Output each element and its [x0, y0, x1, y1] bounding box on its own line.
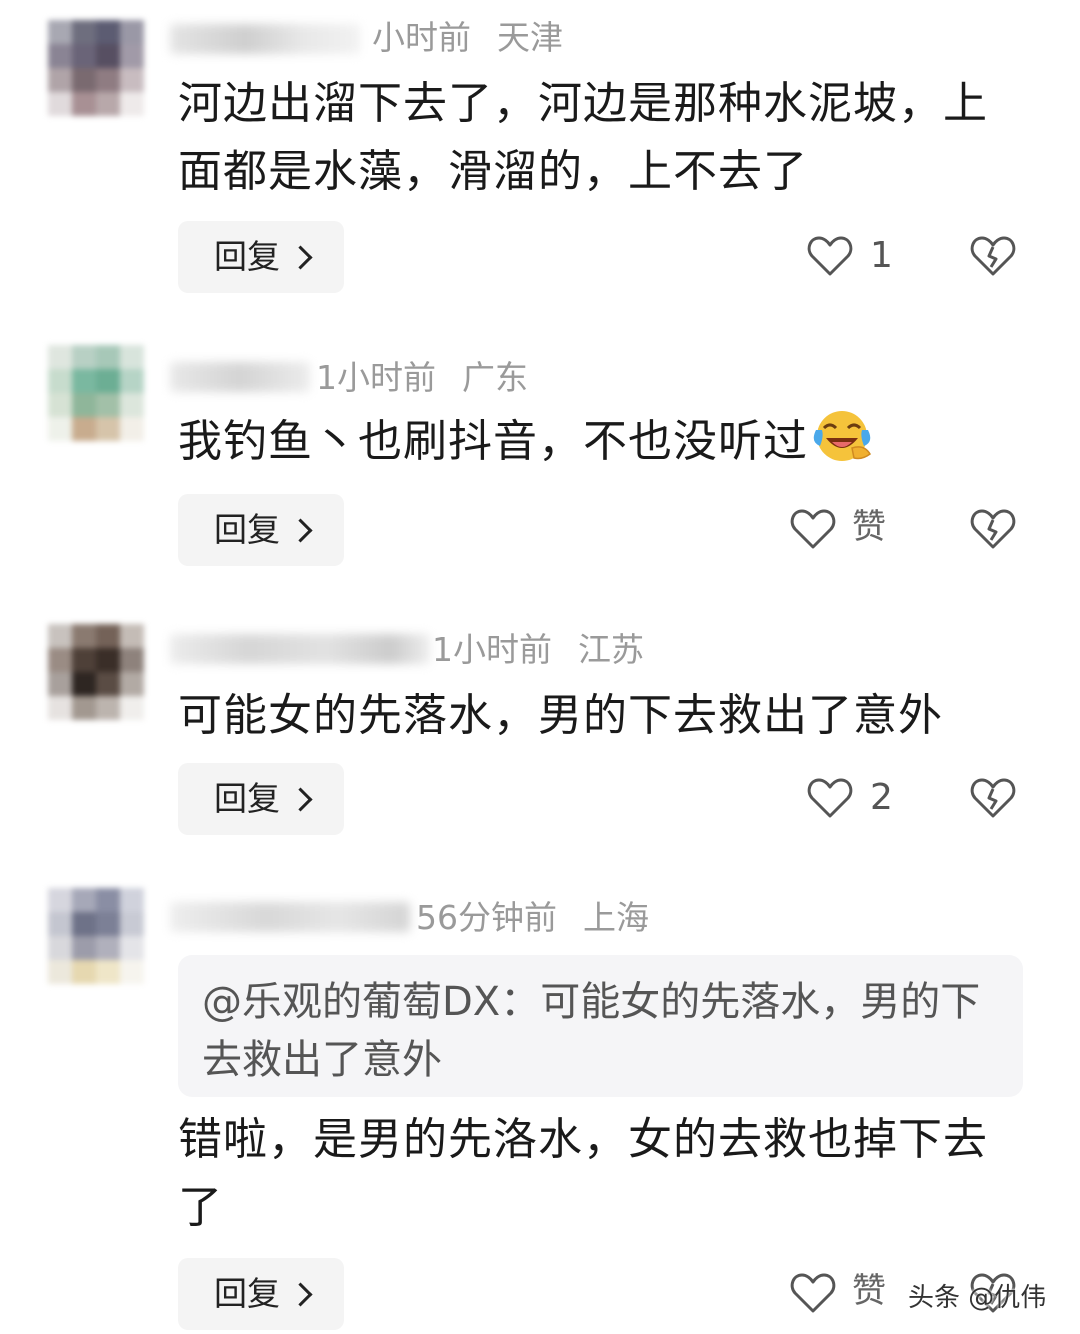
like-count: 1	[870, 235, 893, 276]
like-label: 赞	[852, 1271, 886, 1311]
heart-outline-icon[interactable]	[790, 508, 836, 550]
heart-outline-icon[interactable]	[807, 235, 853, 277]
reply-button[interactable]: 回复	[178, 494, 344, 566]
comment-text-content: 我钓鱼丶也刷抖音，不也没听过	[178, 416, 808, 467]
like-count: 2	[870, 777, 893, 818]
comment-location: 广东	[462, 358, 528, 397]
username-blurred[interactable]	[170, 634, 430, 664]
chevron-right-icon	[288, 518, 313, 543]
reply-button-label: 回复	[214, 237, 280, 276]
laughing-crying-emoji-icon	[813, 411, 871, 461]
comment-text: 我钓鱼丶也刷抖音，不也没听过	[178, 408, 1018, 476]
comment-meta: 1小时前 广东	[316, 358, 528, 398]
reply-button-label: 回复	[214, 1274, 280, 1313]
reply-button-label: 回复	[214, 510, 280, 549]
broken-heart-icon[interactable]	[970, 508, 1016, 550]
comment-time: 小时前	[372, 18, 471, 57]
avatar[interactable]	[48, 624, 144, 720]
comment-location: 上海	[583, 898, 649, 937]
comment-location: 江苏	[578, 630, 644, 669]
comment-text: 错啦，是男的先洛水，女的去救也掉下去了	[178, 1114, 988, 1233]
comment-location: 天津	[497, 18, 563, 57]
username-blurred[interactable]	[170, 362, 310, 392]
heart-outline-icon[interactable]	[807, 777, 853, 819]
comment-time: 1小时前	[316, 358, 436, 397]
watermark: 头条 @仇伟	[908, 1283, 1047, 1313]
username-blurred[interactable]	[170, 24, 360, 54]
chevron-right-icon	[288, 1282, 313, 1307]
reply-button[interactable]: 回复	[178, 763, 344, 835]
broken-heart-icon[interactable]	[970, 777, 1016, 819]
quoted-comment-text: @乐观的葡萄DX：可能女的先落水，男的下去救出了意外	[202, 979, 981, 1083]
reply-button[interactable]: 回复	[178, 1258, 344, 1330]
like-label: 赞	[852, 507, 886, 547]
chevron-right-icon	[288, 245, 313, 270]
comment-text: 河边出溜下去了，河边是那种水泥坡，上面都是水藻，滑溜的，上不去了	[178, 78, 988, 197]
comment-time: 1小时前	[432, 630, 552, 669]
broken-heart-icon[interactable]	[970, 235, 1016, 277]
comment-time: 56分钟前	[416, 898, 557, 937]
avatar[interactable]	[48, 888, 144, 984]
reply-button[interactable]: 回复	[178, 221, 344, 293]
avatar[interactable]	[48, 345, 144, 441]
chevron-right-icon	[288, 787, 313, 812]
quoted-comment[interactable]: @乐观的葡萄DX：可能女的先落水，男的下去救出了意外	[178, 955, 1023, 1097]
comment-meta: 56分钟前 上海	[416, 898, 649, 938]
comment-text: 可能女的先落水，男的下去救出了意外	[178, 690, 943, 741]
comment-meta: 小时前 天津	[372, 18, 563, 58]
avatar[interactable]	[48, 20, 144, 116]
comment-list: 小时前 天津 河边出溜下去了，河边是那种水泥坡，上面都是水藻，滑溜的，上不去了 回…	[0, 0, 1080, 1334]
comment-meta: 1小时前 江苏	[432, 630, 644, 670]
heart-outline-icon[interactable]	[790, 1272, 836, 1314]
reply-button-label: 回复	[214, 779, 280, 818]
username-blurred[interactable]	[170, 902, 410, 932]
